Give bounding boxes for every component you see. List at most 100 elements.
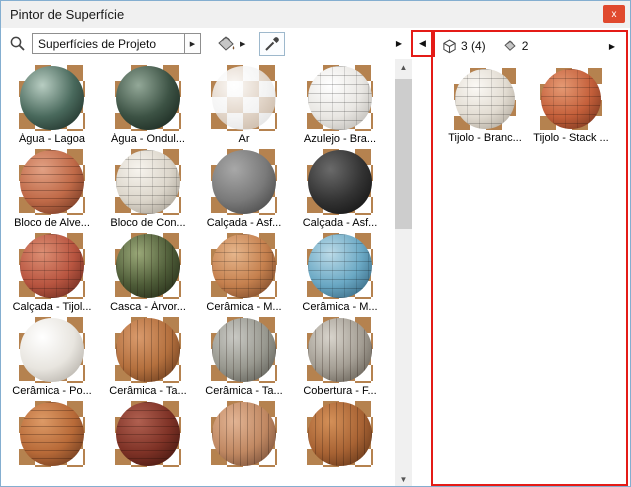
- paint-bucket-small-icon: [502, 39, 518, 53]
- material-thumbnail[interactable]: [211, 149, 277, 215]
- material-texture-pattern: [20, 318, 84, 382]
- material-sphere-preview: [308, 66, 372, 130]
- material-item[interactable]: Casca - Árvor...: [100, 233, 196, 317]
- material-texture-pattern: [20, 66, 84, 130]
- material-item[interactable]: Cerâmica - Ta...: [100, 317, 196, 401]
- scroll-up-button[interactable]: ▲: [395, 59, 412, 76]
- material-sphere-preview: [455, 69, 515, 129]
- used-surfaces-panel: 3 (4) 2 ▶ Tijolo - Branc... Tijolo - Stac…: [434, 32, 626, 484]
- material-item[interactable]: Cerâmica - Po...: [4, 317, 100, 401]
- material-thumbnail[interactable]: [19, 233, 85, 299]
- material-label: Água - Ondul...: [111, 133, 185, 145]
- material-item[interactable]: Água - Lagoa: [4, 65, 100, 149]
- material-thumbnail[interactable]: [307, 317, 373, 383]
- material-label: Cerâmica - Ta...: [205, 385, 283, 397]
- material-thumbnail[interactable]: [211, 317, 277, 383]
- material-grid: Água - Lagoa Água - Ondul... Ar Azulejo - B…: [4, 59, 393, 486]
- material-label: Água - Lagoa: [18, 133, 86, 145]
- material-label: Calçada - Asf...: [302, 217, 378, 229]
- material-item[interactable]: [100, 401, 196, 485]
- scrollbar-thumb[interactable]: [395, 79, 412, 229]
- paint-bucket-flyout-arrow[interactable]: ▶: [240, 40, 245, 48]
- material-thumbnail[interactable]: [307, 65, 373, 131]
- used-surfaces-expand-button[interactable]: ▶: [604, 36, 620, 56]
- material-item[interactable]: Azulejo - Bra...: [292, 65, 388, 149]
- paint-count: 2: [521, 39, 529, 53]
- material-texture-pattern: [212, 402, 276, 466]
- material-item[interactable]: [4, 401, 100, 485]
- used-surfaces-grid: Tijolo - Branc... Tijolo - Stack ...: [434, 60, 626, 152]
- material-thumbnail[interactable]: [115, 233, 181, 299]
- material-thumbnail[interactable]: [115, 65, 181, 131]
- used-surfaces-header: 3 (4) 2 ▶: [434, 32, 626, 60]
- toolbar: ▶ ▶ ▶: [1, 28, 413, 59]
- material-texture-pattern: [20, 234, 84, 298]
- material-sphere-preview: [541, 69, 601, 129]
- material-item[interactable]: Cobertura - F...: [292, 317, 388, 401]
- material-sphere-preview: [20, 402, 84, 466]
- material-sphere-preview: [212, 234, 276, 298]
- material-label: Cerâmica - Po...: [12, 385, 92, 397]
- material-thumbnail[interactable]: [19, 65, 85, 131]
- window-title: Pintor de Superfície: [10, 7, 125, 22]
- material-texture-pattern: [308, 66, 372, 130]
- material-thumbnail[interactable]: [211, 233, 277, 299]
- material-thumbnail[interactable]: [115, 149, 181, 215]
- material-sphere-preview: [212, 150, 276, 214]
- material-item[interactable]: [292, 401, 388, 485]
- material-thumbnail[interactable]: [307, 149, 373, 215]
- material-texture-pattern: [116, 318, 180, 382]
- material-item[interactable]: Calçada - Asf...: [196, 149, 292, 233]
- paint-bucket-icon[interactable]: [213, 32, 239, 56]
- material-thumbnail[interactable]: [307, 233, 373, 299]
- material-item[interactable]: Bloco de Alve...: [4, 149, 100, 233]
- material-item[interactable]: Tijolo - Stack ...: [528, 68, 614, 152]
- material-thumbnail[interactable]: [540, 68, 602, 130]
- material-texture-pattern: [116, 234, 180, 298]
- material-label: Calçada - Asf...: [206, 217, 282, 229]
- material-label: Bloco de Alve...: [14, 217, 90, 229]
- search-icon[interactable]: [9, 35, 26, 52]
- material-label: Cerâmica - M...: [206, 301, 282, 313]
- material-item[interactable]: [196, 401, 292, 485]
- material-item[interactable]: Ar: [196, 65, 292, 149]
- material-label: Azulejo - Bra...: [303, 133, 377, 145]
- material-texture-pattern: [116, 150, 180, 214]
- toolbar-expand-button[interactable]: ▶: [391, 33, 407, 54]
- material-item[interactable]: Bloco de Con...: [100, 149, 196, 233]
- material-sphere-preview: [20, 318, 84, 382]
- surface-filter-input[interactable]: [32, 33, 185, 54]
- material-thumbnail[interactable]: [454, 68, 516, 130]
- scroll-down-button[interactable]: ▼: [395, 471, 412, 486]
- panel-collapse-button[interactable]: ◀: [414, 33, 431, 54]
- material-label: Tijolo - Stack ...: [533, 132, 609, 144]
- material-item[interactable]: Cerâmica - M...: [196, 233, 292, 317]
- paint-count-group: 2: [502, 39, 529, 53]
- close-button[interactable]: x: [603, 5, 625, 23]
- material-thumbnail[interactable]: [307, 401, 373, 467]
- material-thumbnail[interactable]: [211, 65, 277, 131]
- material-label: Bloco de Con...: [110, 217, 186, 229]
- material-item[interactable]: Tijolo - Branc...: [442, 68, 528, 152]
- titlebar[interactable]: Pintor de Superfície x: [1, 1, 630, 28]
- material-thumbnail[interactable]: [115, 317, 181, 383]
- material-texture-pattern: [308, 318, 372, 382]
- eyedropper-button[interactable]: [259, 31, 286, 56]
- material-label: Cobertura - F...: [303, 385, 377, 397]
- filter-flyout-button[interactable]: ▶: [185, 33, 201, 54]
- material-item[interactable]: Cerâmica - M...: [292, 233, 388, 317]
- material-texture-pattern: [116, 402, 180, 466]
- material-item[interactable]: Cerâmica - Ta...: [196, 317, 292, 401]
- vertical-scrollbar[interactable]: ▲ ▼: [395, 59, 412, 486]
- material-thumbnail[interactable]: [211, 401, 277, 467]
- material-item[interactable]: Água - Ondul...: [100, 65, 196, 149]
- material-thumbnail[interactable]: [19, 401, 85, 467]
- material-item[interactable]: Calçada - Tijol...: [4, 233, 100, 317]
- material-thumbnail[interactable]: [19, 149, 85, 215]
- material-item[interactable]: Calçada - Asf...: [292, 149, 388, 233]
- material-sphere-preview: [308, 150, 372, 214]
- material-texture-pattern: [212, 66, 276, 130]
- material-thumbnail[interactable]: [19, 317, 85, 383]
- material-label: Cerâmica - Ta...: [109, 385, 187, 397]
- material-thumbnail[interactable]: [115, 401, 181, 467]
